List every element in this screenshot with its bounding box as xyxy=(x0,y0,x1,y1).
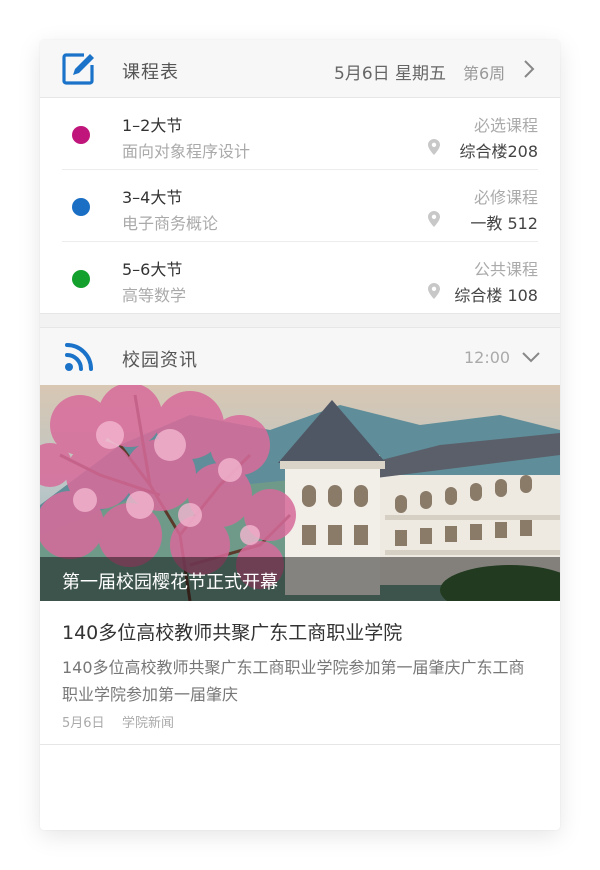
chevron-right-icon[interactable] xyxy=(522,59,536,79)
rss-icon xyxy=(65,343,93,371)
course-color-dot xyxy=(72,270,90,288)
course-name: 高等数学 xyxy=(122,286,187,305)
course-color-dot xyxy=(72,198,90,216)
course-list: 1–2大节 面向对象程序设计 必选课程 综合楼208 3–4大节 电子商务概论 … xyxy=(40,98,560,312)
article-date: 5月6日 xyxy=(62,716,105,731)
banner-caption: 第一届校园樱花节正式开幕 xyxy=(62,572,278,593)
edit-icon xyxy=(62,53,94,85)
course-type: 必修课程 xyxy=(473,188,538,207)
course-period: 3–4大节 xyxy=(122,188,183,207)
location-pin-icon xyxy=(428,139,440,155)
article-summary: 140多位高校教师共聚广东工商职业学院参加第一届肇庆广东工商职业学院参加第一届肇… xyxy=(62,658,525,704)
schedule-header[interactable]: 课程表 5月6日 星期五 第6周 xyxy=(40,40,560,98)
news-banner[interactable]: 第一届校园樱花节正式开幕 xyxy=(40,385,560,601)
course-location: 一教 512 xyxy=(470,214,538,233)
course-row[interactable]: 1–2大节 面向对象程序设计 必选课程 综合楼208 xyxy=(40,98,560,170)
article-divider xyxy=(40,744,560,745)
schedule-week: 第6周 xyxy=(463,64,506,83)
banner-caption-bar: 第一届校园樱花节正式开幕 xyxy=(40,557,560,601)
course-color-dot xyxy=(72,126,90,144)
course-location: 综合楼208 xyxy=(459,142,538,161)
course-period: 5–6大节 xyxy=(122,260,183,279)
chevron-down-icon[interactable] xyxy=(521,350,541,364)
news-time: 12:00 xyxy=(464,348,511,367)
course-row[interactable]: 5–6大节 高等数学 公共课程 综合楼 108 xyxy=(40,242,560,314)
course-period: 1–2大节 xyxy=(122,116,183,135)
course-name: 面向对象程序设计 xyxy=(122,142,251,161)
schedule-title: 课程表 xyxy=(122,62,179,83)
course-type: 公共课程 xyxy=(473,260,538,279)
location-pin-icon xyxy=(428,211,440,227)
location-pin-icon xyxy=(428,283,440,299)
course-location: 综合楼 108 xyxy=(454,286,538,305)
course-row[interactable]: 3–4大节 电子商务概论 必修课程 一教 512 xyxy=(40,170,560,242)
campus-card: 课程表 5月6日 星期五 第6周 1–2大节 面向对象程序设计 必选课程 综合楼… xyxy=(40,40,560,830)
news-header[interactable]: 校园资讯 12:00 xyxy=(40,327,560,385)
course-type: 必选课程 xyxy=(473,116,538,135)
schedule-date: 5月6日 星期五 xyxy=(334,64,447,84)
news-title: 校园资讯 xyxy=(122,350,198,371)
article-title[interactable]: 140多位高校教师共聚广东工商职业学院 xyxy=(62,618,402,645)
section-divider xyxy=(40,313,560,327)
article-source: 学院新闻 xyxy=(122,716,175,731)
course-name: 电子商务概论 xyxy=(122,214,219,233)
